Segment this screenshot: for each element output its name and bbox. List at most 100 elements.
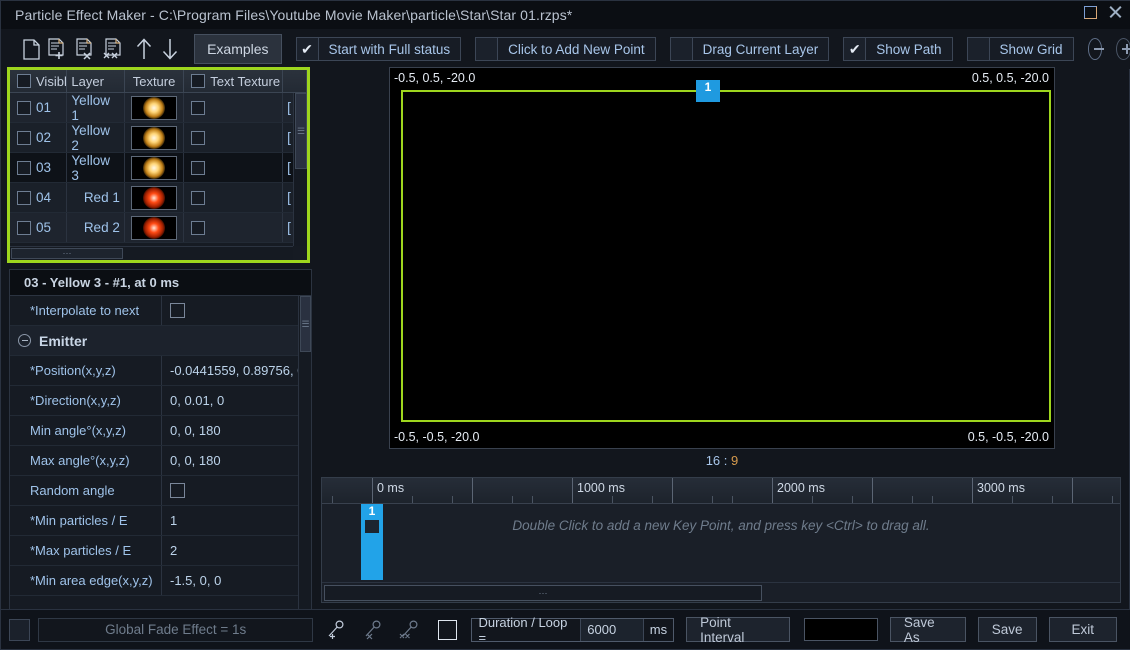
table-row[interactable]: 02 Yellow 2 [ bbox=[10, 123, 307, 153]
timeline-horizontal-scrollbar[interactable]: ⋯ bbox=[322, 582, 1120, 602]
toggle-show-grid[interactable]: Show Grid bbox=[966, 37, 1074, 61]
save-button[interactable]: Save bbox=[977, 617, 1037, 642]
row-text-texture-checkbox[interactable] bbox=[191, 220, 206, 235]
cell-texture[interactable] bbox=[125, 213, 185, 242]
close-icon[interactable] bbox=[1107, 4, 1123, 20]
cell-texture[interactable] bbox=[125, 183, 185, 212]
table-row[interactable]: 05 Red 2 [ bbox=[10, 213, 307, 243]
loop-checkbox[interactable] bbox=[438, 619, 458, 640]
texture-thumbnail[interactable] bbox=[131, 215, 178, 240]
delete-all-layers-icon[interactable] bbox=[103, 34, 127, 64]
property-value[interactable]: -0.0441559, 0.89756, 0 bbox=[162, 356, 311, 385]
cell-texture[interactable] bbox=[125, 93, 185, 122]
row-text-texture-checkbox[interactable] bbox=[191, 100, 206, 115]
cell-text-texture[interactable] bbox=[184, 123, 284, 152]
maximize-icon[interactable] bbox=[1084, 5, 1097, 19]
header-layer[interactable]: Layer bbox=[67, 70, 125, 92]
row-text-texture-checkbox[interactable] bbox=[191, 190, 206, 205]
property-row-min-area-edge[interactable]: *Min area edge(x,y,z) -1.5, 0, 0 bbox=[10, 566, 311, 596]
header-visible[interactable]: Visible bbox=[10, 70, 68, 92]
texture-thumbnail[interactable] bbox=[131, 185, 178, 210]
toggle-show-path[interactable]: ✔ Show Path bbox=[843, 37, 953, 61]
cell-text-texture[interactable] bbox=[184, 93, 284, 122]
table-row[interactable]: 03 Yellow 3 [ bbox=[10, 153, 307, 183]
header-text-texture-checkbox[interactable] bbox=[191, 74, 206, 88]
delete-all-keypoints-icon[interactable] bbox=[395, 615, 424, 645]
timeline-ruler[interactable]: 0 ms 1000 ms 2000 ms 3000 ms bbox=[322, 478, 1120, 504]
texture-thumbnail[interactable] bbox=[131, 155, 178, 180]
cell-visible[interactable]: 01 bbox=[10, 93, 68, 122]
interpolate-checkbox[interactable] bbox=[170, 303, 185, 318]
zoom-out-icon[interactable] bbox=[1087, 38, 1104, 60]
checkbox-click-to-add-new-point[interactable] bbox=[476, 38, 499, 60]
property-row-position[interactable]: *Position(x,y,z) -0.0441559, 0.89756, 0 bbox=[10, 356, 311, 386]
move-layer-up-icon[interactable] bbox=[133, 34, 153, 64]
cell-text-texture[interactable] bbox=[184, 213, 284, 242]
duration-input[interactable]: 6000 bbox=[580, 618, 644, 641]
toggle-start-with-full-status[interactable]: ✔ Start with Full status bbox=[295, 37, 462, 61]
scrollbar-thumb[interactable]: ⋯ bbox=[324, 585, 762, 601]
layer-table-vertical-scrollbar[interactable]: ☰ bbox=[293, 93, 307, 246]
add-layer-icon[interactable] bbox=[47, 34, 69, 64]
property-value[interactable]: 0, 0, 180 bbox=[162, 416, 311, 445]
property-row-min-angle[interactable]: Min angle°(x,y,z) 0, 0, 180 bbox=[10, 416, 311, 446]
layer-table-horizontal-scrollbar[interactable]: ⋯ bbox=[10, 246, 293, 260]
property-row-random-angle[interactable]: Random angle bbox=[10, 476, 311, 506]
property-value[interactable]: -1.5, 0, 0 bbox=[162, 566, 311, 595]
scrollbar-thumb[interactable]: ☰ bbox=[300, 296, 311, 352]
add-keypoint-icon[interactable] bbox=[321, 615, 350, 645]
global-fade-field[interactable]: Global Fade Effect = 1s bbox=[38, 617, 314, 642]
random-angle-checkbox[interactable] bbox=[170, 483, 185, 498]
property-row-min-particles[interactable]: *Min particles / E 1 bbox=[10, 506, 311, 536]
row-visible-checkbox[interactable] bbox=[17, 220, 31, 235]
point-interval-button[interactable]: Point Interval bbox=[686, 615, 791, 645]
row-visible-checkbox[interactable] bbox=[17, 160, 31, 175]
texture-thumbnail[interactable] bbox=[131, 125, 178, 150]
checkbox-show-grid[interactable] bbox=[967, 38, 990, 60]
properties-vertical-scrollbar[interactable]: ☰ bbox=[298, 296, 311, 610]
texture-thumbnail[interactable] bbox=[131, 95, 178, 120]
new-document-icon[interactable] bbox=[21, 34, 41, 64]
checkbox-drag-current-layer[interactable] bbox=[670, 38, 693, 60]
row-visible-checkbox[interactable] bbox=[17, 100, 31, 115]
path-point-marker[interactable]: 1 bbox=[696, 80, 720, 102]
move-layer-down-icon[interactable] bbox=[160, 34, 180, 64]
checkbox-start-with-full-status[interactable]: ✔ bbox=[296, 38, 319, 60]
cell-visible[interactable]: 05 bbox=[10, 213, 68, 242]
header-visible-checkbox[interactable] bbox=[17, 74, 31, 88]
cell-text-texture[interactable] bbox=[184, 183, 284, 212]
global-fade-checkbox[interactable] bbox=[9, 618, 31, 641]
timeline-track[interactable]: Double Click to add a new Key Point, and… bbox=[322, 504, 1120, 580]
table-row[interactable]: 04 Red 1 [ bbox=[10, 183, 307, 213]
property-row-interpolate[interactable]: *Interpolate to next bbox=[10, 296, 311, 326]
scrollbar-thumb[interactable]: ⋯ bbox=[11, 248, 123, 259]
examples-button[interactable]: Examples bbox=[194, 34, 282, 64]
cell-texture[interactable] bbox=[125, 153, 185, 182]
property-group-emitter[interactable]: Emitter bbox=[10, 326, 311, 356]
delete-layer-icon[interactable] bbox=[75, 34, 97, 64]
cell-text-texture[interactable] bbox=[184, 153, 284, 182]
property-row-max-angle[interactable]: Max angle°(x,y,z) 0, 0, 180 bbox=[10, 446, 311, 476]
scrollbar-thumb[interactable]: ☰ bbox=[295, 93, 307, 169]
property-value[interactable] bbox=[162, 476, 311, 505]
save-as-button[interactable]: Save As bbox=[889, 615, 966, 645]
header-text-texture[interactable]: Text Texture bbox=[184, 70, 284, 92]
collapse-icon[interactable] bbox=[18, 334, 31, 347]
checkbox-show-path[interactable]: ✔ bbox=[844, 38, 867, 60]
cell-texture[interactable] bbox=[125, 123, 185, 152]
row-visible-checkbox[interactable] bbox=[17, 130, 31, 145]
property-value[interactable]: 2 bbox=[162, 536, 311, 565]
property-value[interactable]: 1 bbox=[162, 506, 311, 535]
keyframe-block[interactable]: 1 bbox=[361, 504, 383, 580]
property-value[interactable] bbox=[162, 296, 311, 325]
exit-button[interactable]: Exit bbox=[1048, 617, 1118, 642]
property-row-max-particles[interactable]: *Max particles / E 2 bbox=[10, 536, 311, 566]
property-row-direction[interactable]: *Direction(x,y,z) 0, 0.01, 0 bbox=[10, 386, 311, 416]
cell-visible[interactable]: 03 bbox=[10, 153, 68, 182]
toggle-drag-current-layer[interactable]: Drag Current Layer bbox=[669, 37, 830, 61]
keyframe-handle[interactable] bbox=[365, 520, 379, 533]
table-row[interactable]: 01 Yellow 1 [ bbox=[10, 93, 307, 123]
property-value[interactable]: 0, 0.01, 0 bbox=[162, 386, 311, 415]
row-text-texture-checkbox[interactable] bbox=[191, 160, 206, 175]
row-text-texture-checkbox[interactable] bbox=[191, 130, 206, 145]
